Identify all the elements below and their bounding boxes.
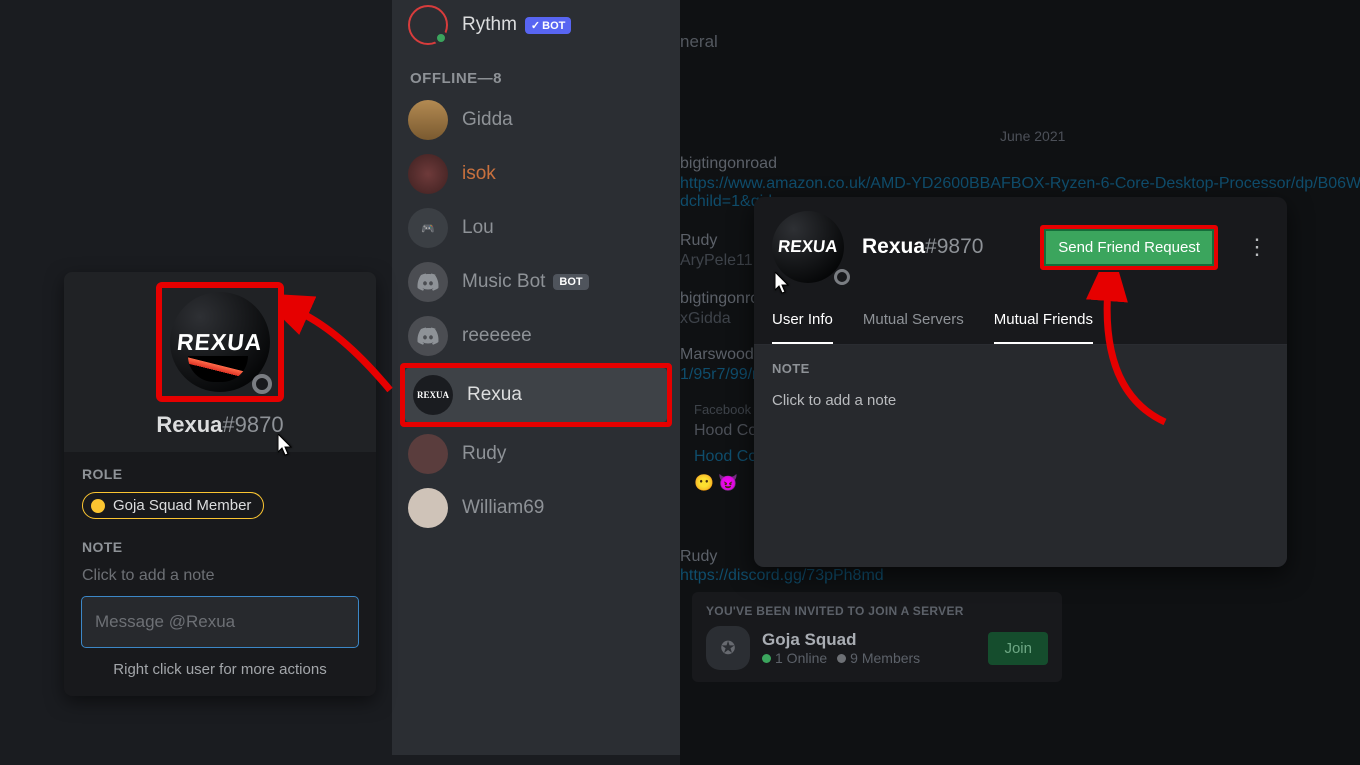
profile-body: NOTE Click to add a note: [754, 345, 1287, 567]
message-input[interactable]: Message @Rexua: [82, 597, 358, 647]
member-name: Rexua: [467, 384, 522, 406]
user-avatar-large[interactable]: REXUA: [170, 292, 270, 392]
date-separator: June 2021: [1000, 128, 1065, 144]
cursor-icon: [775, 272, 789, 292]
member-item-rythm[interactable]: Rythm ✓BOT: [400, 0, 672, 52]
status-indicator-offline: [834, 269, 850, 285]
member-item-reeeeee[interactable]: reeeeee: [400, 309, 672, 363]
role-chip[interactable]: Goja Squad Member: [82, 492, 264, 519]
chat-username: bigtingonroad: [680, 155, 777, 172]
note-section-label: NOTE: [82, 539, 358, 555]
profile-username-line: Rexua#9870: [862, 235, 983, 259]
profile-header: REXUA Rexua#9870 Send Friend Request ⋮: [754, 197, 1287, 299]
member-item-rudy[interactable]: Rudy: [400, 427, 672, 481]
avatar-brand-text: REXUA: [777, 237, 839, 257]
member-item-isok[interactable]: isok: [400, 147, 672, 201]
role-color-dot: [91, 499, 105, 513]
invite-server-name: Goja Squad: [762, 630, 920, 650]
more-options-icon[interactable]: ⋮: [1242, 230, 1271, 264]
member-list-panel: Rythm ✓BOT OFFLINE—8 Gidda isok 🎮 Lou Mu…: [392, 0, 680, 755]
member-name: Rythm: [462, 14, 517, 36]
message-placeholder: Message @Rexua: [95, 612, 235, 631]
chat-text: AryPele11: [680, 252, 753, 270]
discriminator: #9870: [925, 235, 983, 258]
cursor-icon: [278, 434, 292, 454]
member-name: Lou: [462, 217, 494, 239]
discriminator: #9870: [222, 412, 283, 437]
context-menu-hint: Right click user for more actions: [82, 647, 358, 678]
avatar: [408, 154, 448, 194]
avatar-graphic: [188, 356, 248, 382]
note-input[interactable]: Click to add a note: [772, 386, 1269, 421]
user-profile-modal: REXUA Rexua#9870 Send Friend Request ⋮ U…: [754, 197, 1287, 567]
avatar-brand-text: REXUA: [176, 329, 264, 356]
avatar: 🎮: [408, 208, 448, 248]
channel-name: neral: [680, 32, 718, 52]
popout-body: ROLE Goja Squad Member NOTE Click to add…: [64, 452, 376, 696]
chat-username: Rudy: [680, 232, 717, 249]
profile-tabs: User Info Mutual Servers Mutual Friends: [754, 299, 1287, 345]
offline-section-header: OFFLINE—8: [400, 52, 672, 93]
chat-link[interactable]: https://www.amazon.co.uk/AMD-YD2600BBAFB…: [680, 175, 1360, 193]
note-input[interactable]: Click to add a note: [82, 565, 358, 597]
avatar: [408, 488, 448, 528]
highlight-box-avatar: REXUA: [156, 282, 284, 402]
avatar: REXUA: [413, 375, 453, 415]
send-friend-request-button[interactable]: Send Friend Request: [1040, 225, 1218, 270]
tab-mutual-servers[interactable]: Mutual Servers: [863, 299, 964, 344]
status-indicator-offline: [252, 374, 272, 394]
bot-tag: ✓BOT: [525, 17, 571, 34]
invite-label: YOU'VE BEEN INVITED TO JOIN A SERVER: [706, 604, 1048, 618]
invite-online-count: 1 Online: [775, 650, 827, 666]
discord-logo-icon: [408, 262, 448, 302]
role-name: Goja Squad Member: [113, 497, 251, 514]
tab-user-info[interactable]: User Info: [772, 299, 833, 344]
tab-mutual-friends[interactable]: Mutual Friends: [994, 299, 1093, 344]
member-name: isok: [462, 163, 496, 185]
chat-username: Rudy: [680, 548, 717, 565]
note-section-label: NOTE: [772, 361, 1269, 376]
avatar: [408, 434, 448, 474]
member-item-william69[interactable]: William69: [400, 481, 672, 535]
chat-username: Marswoods: [680, 346, 762, 363]
chat-text: xGidda: [680, 310, 731, 328]
avatar: [408, 100, 448, 140]
bot-tag: BOT: [553, 274, 588, 290]
member-item-lou[interactable]: 🎮 Lou: [400, 201, 672, 255]
member-item-musicbot[interactable]: Music Bot BOT: [400, 255, 672, 309]
invite-member-count: 9 Members: [850, 650, 920, 666]
username-line[interactable]: Rexua#9870: [156, 412, 283, 438]
member-name: Music Bot: [462, 271, 545, 293]
embed-source: Facebook: [694, 402, 751, 417]
member-name: Gidda: [462, 109, 513, 131]
discord-logo-icon: [408, 316, 448, 356]
username: Rexua: [862, 235, 925, 258]
server-invite-card: YOU'VE BEEN INVITED TO JOIN A SERVER ✪ G…: [692, 592, 1062, 682]
member-item-rexua[interactable]: REXUA Rexua: [405, 368, 667, 422]
member-item-gidda[interactable]: Gidda: [400, 93, 672, 147]
join-button[interactable]: Join: [988, 632, 1048, 665]
avatar-rythm: [408, 5, 448, 45]
highlight-box-member: REXUA Rexua: [400, 363, 672, 427]
chat-link[interactable]: https://discord.gg/73pPh8md: [680, 567, 884, 585]
server-icon: ✪: [706, 626, 750, 670]
popout-header: REXUA Rexua#9870: [64, 272, 376, 452]
member-name: William69: [462, 497, 544, 519]
username: Rexua: [156, 412, 222, 437]
user-popout: REXUA Rexua#9870 ROLE Goja Squad Member …: [64, 272, 376, 696]
role-section-label: ROLE: [82, 466, 358, 482]
member-name: reeeeee: [462, 325, 532, 347]
member-name: Rudy: [462, 443, 506, 465]
